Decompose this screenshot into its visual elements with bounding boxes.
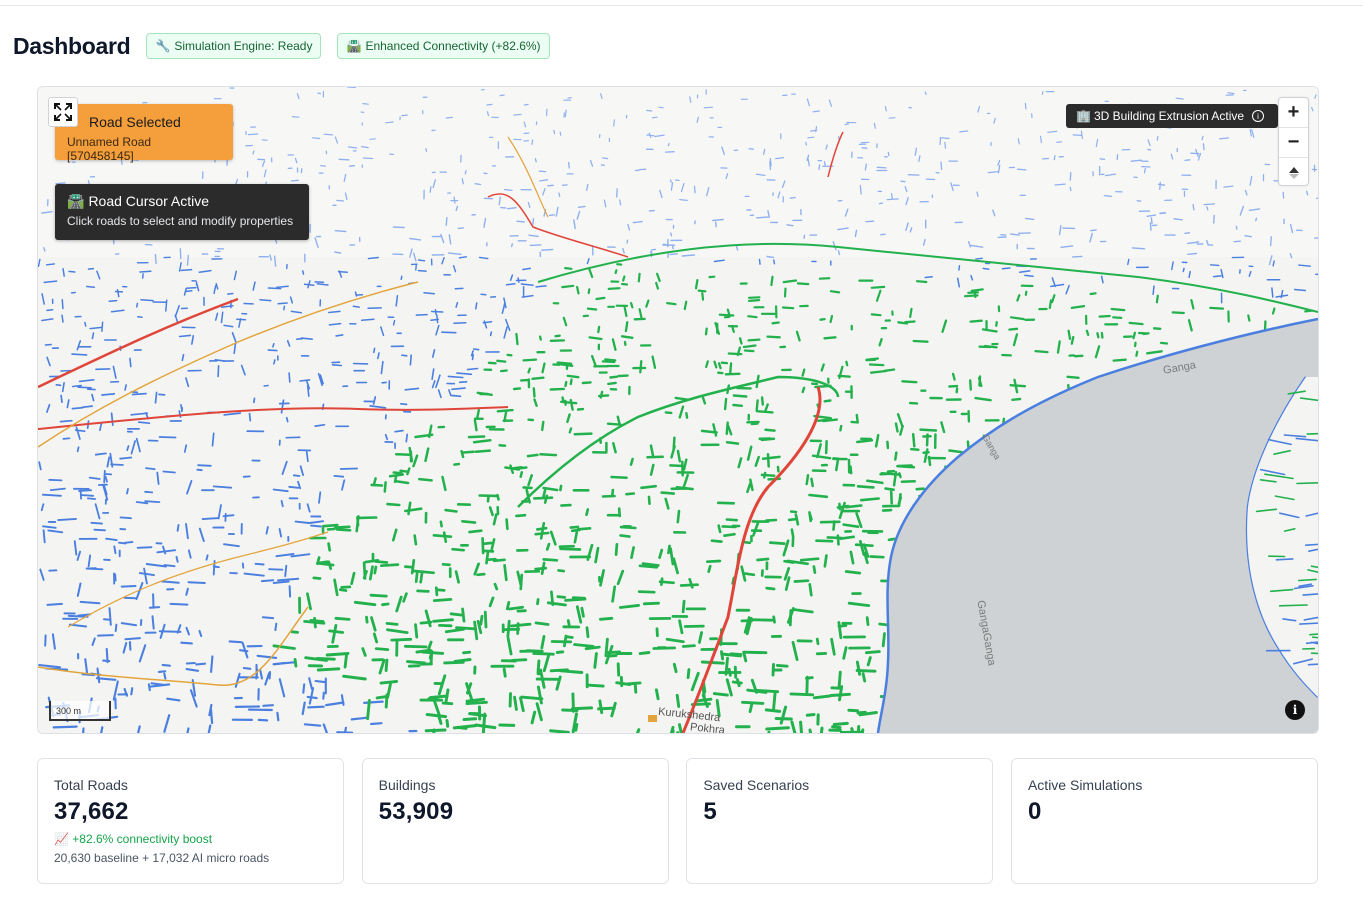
extrusion-label: 3D Building Extrusion Active <box>1093 109 1245 123</box>
stat-value: 53,909 <box>378 798 454 825</box>
attribution-info-icon[interactable]: i <box>1285 700 1305 720</box>
stat-value: 5 <box>703 798 717 825</box>
poi-marker <box>648 715 657 722</box>
wrench-icon: 🔧 <box>155 39 171 53</box>
cursor-title: Road Cursor Active <box>88 193 210 209</box>
building-icon: 🏢 <box>1076 109 1091 123</box>
page-title: Dashboard <box>13 32 131 59</box>
stat-label: Saved Scenarios <box>703 777 810 793</box>
stat-subtext: 20,630 baseline + 17,032 AI micro roads <box>54 851 270 865</box>
zoom-in-button[interactable]: + <box>1279 98 1308 128</box>
zoom-controls: + − <box>1278 97 1309 186</box>
zoom-out-button[interactable]: − <box>1279 128 1308 158</box>
connectivity-badge: 🛣️ Enhanced Connectivity (+82.6%) <box>337 33 550 59</box>
stat-label: Total Roads <box>54 777 128 793</box>
stat-card-saved-scenarios: Saved Scenarios 5 <box>686 758 994 884</box>
selected-road-name: Unnamed Road [570458145] <box>67 135 152 163</box>
simulation-status-label: Simulation Engine: Ready <box>174 39 313 53</box>
stat-value: 37,662 <box>54 798 129 825</box>
chart-up-icon: 📈 <box>54 832 69 846</box>
road-icon: 🛣️ <box>346 39 362 53</box>
simulation-status-badge: 🔧 Simulation Engine: Ready <box>146 33 322 59</box>
info-icon[interactable]: i <box>1252 110 1265 122</box>
stat-card-buildings: Buildings 53,909 <box>361 758 669 884</box>
stat-label: Buildings <box>378 777 436 793</box>
top-divider <box>0 5 1363 6</box>
compass-icon <box>1288 166 1299 179</box>
building-extrusion-badge: 🏢 3D Building Extrusion Active i <box>1066 104 1278 128</box>
connectivity-label: Enhanced Connectivity (+82.6%) <box>365 39 541 53</box>
compass-button[interactable] <box>1279 158 1308 187</box>
map-scale-bar: 300 m <box>49 701 111 721</box>
stat-card-total-roads: Total Roads 37,662 📈 +82.6% connectivity… <box>37 758 344 884</box>
stats-row: Total Roads 37,662 📈 +82.6% connectivity… <box>37 758 1318 884</box>
selected-road-card: Road Selected Unnamed Road [570458145] <box>55 104 233 163</box>
cursor-hint-text: Click roads to select and modify propert… <box>67 214 294 228</box>
road-network-map[interactable]: Ganga Ganga GangaGanga Kurukshedra Pokhr… <box>37 86 1319 734</box>
stat-trend: 📈 +82.6% connectivity boost <box>54 832 327 846</box>
stat-card-active-simulations: Active Simulations 0 <box>1010 758 1318 884</box>
road-icon: 🛣️ <box>67 193 85 209</box>
expand-icon <box>54 103 72 121</box>
stat-label: Active Simulations <box>1027 777 1143 793</box>
page-header: Dashboard 🔧 Simulation Engine: Ready 🛣️ … <box>13 30 566 62</box>
stat-value: 0 <box>1027 798 1042 825</box>
stat-trend-text: +82.6% connectivity boost <box>72 832 213 846</box>
selected-road-title: Road Selected <box>89 114 181 130</box>
fullscreen-button[interactable] <box>48 97 78 127</box>
road-cursor-tooltip: 🛣️ Road Cursor Active Click roads to sele… <box>55 184 309 240</box>
